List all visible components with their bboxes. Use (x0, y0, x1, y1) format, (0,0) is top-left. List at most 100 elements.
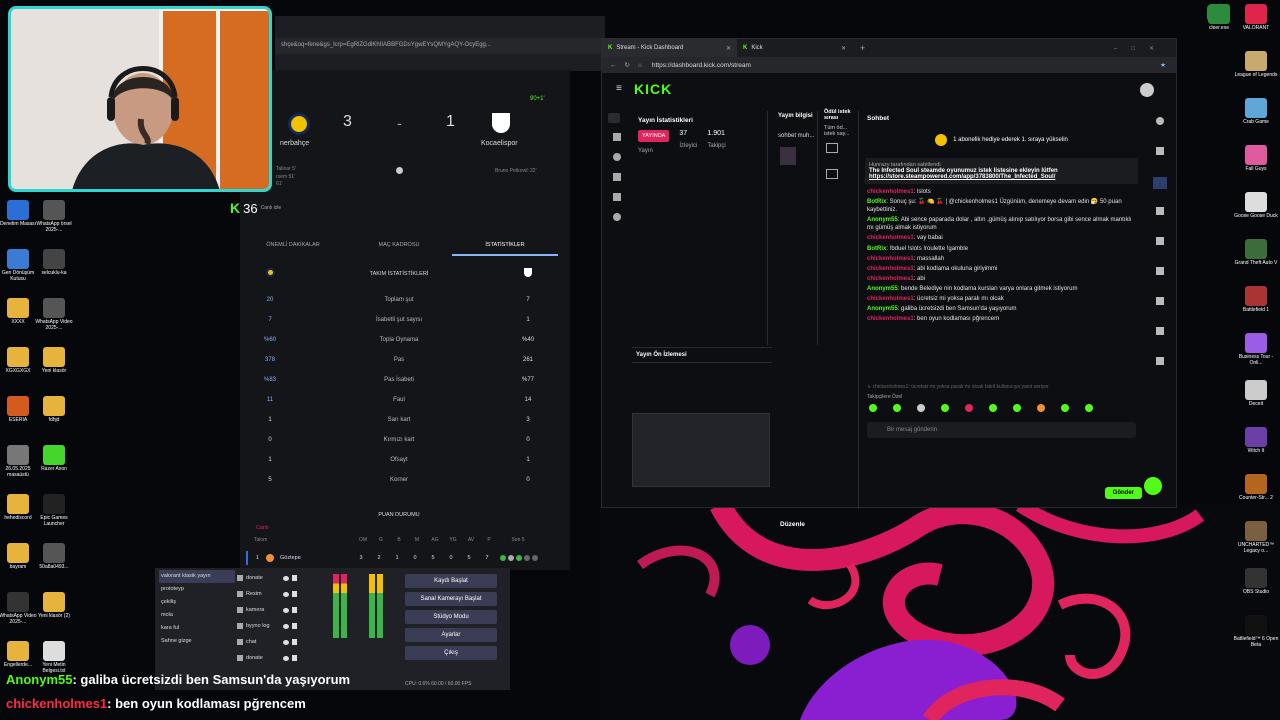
obs-control-button[interactable]: Sanal Kamerayı Başlat (405, 592, 497, 606)
chat-username[interactable]: Anonym55 (867, 217, 898, 223)
obs-scene-item[interactable]: Sahne gizge (159, 635, 235, 648)
rail-icon-mod[interactable] (613, 173, 621, 181)
desktop-shortcut[interactable]: Yeni klasör (2) (33, 592, 75, 620)
desktop-shortcut[interactable]: Witch It (1232, 427, 1280, 455)
tab-stream-dashboard[interactable]: K Stream - Kick Dashboard ✕ (602, 39, 737, 57)
chat-username[interactable]: chickenholmes1 (867, 296, 914, 302)
tool-icon[interactable] (1156, 147, 1164, 155)
lock-icon[interactable] (292, 655, 297, 661)
chat-message[interactable]: chickenholmes1: ücretsiz mi yoksa paralı… (867, 295, 1136, 303)
desktop-shortcut[interactable]: selcuklu-ka (33, 249, 75, 277)
chat-message[interactable]: chickenholmes1: abi kodlama okuluna giri… (867, 265, 1136, 273)
chat-message[interactable]: chickenholmes1: abi (867, 275, 1136, 283)
pinned-message[interactable]: Hunrazy tarafından sabitlendi The Infect… (865, 158, 1138, 184)
lock-icon[interactable] (292, 639, 297, 645)
desktop-shortcut[interactable]: UNCHARTED™ Legacy o... (1232, 521, 1280, 554)
desktop-shortcut[interactable]: fdhjd (33, 396, 75, 424)
desktop-shortcut[interactable]: Epic Games Launcher (33, 494, 75, 527)
window-controls[interactable]: –□✕ (1114, 45, 1168, 52)
obs-scene-item[interactable]: çekiliş (159, 596, 235, 609)
new-tab-icon[interactable]: + (860, 43, 865, 53)
audio-mixer[interactable] (323, 574, 391, 648)
obs-control-button[interactable]: Stüdyo Modu (405, 610, 497, 624)
chat-message[interactable]: Anonym55: Abi sence paparada dolar , alt… (867, 216, 1136, 232)
tool-icon[interactable] (1153, 177, 1167, 189)
tab-key-moments[interactable]: ÖNEMLİ DAKİKALAR (240, 236, 346, 256)
pinned-link[interactable]: https://store.steampowered.com/app/37838… (869, 174, 1134, 180)
chat-message[interactable]: chickenholmes1: ben oyun kodlaması pğren… (867, 315, 1136, 323)
lock-icon[interactable] (292, 623, 297, 629)
chat-username[interactable]: chickenholmes1 (867, 266, 914, 272)
desktop-shortcut[interactable]: Battlefield 1 (1232, 286, 1280, 314)
chat-message[interactable]: chickenholmes1: vay babai (867, 234, 1136, 242)
desktop-shortcut[interactable]: Yeni klasör (33, 347, 75, 375)
close-icon[interactable]: ✕ (841, 45, 846, 52)
chat-username[interactable]: BotRix (867, 246, 886, 252)
chat-username[interactable]: chickenholmes1 (867, 189, 914, 195)
chat-username[interactable]: chickenholmes1 (867, 276, 914, 282)
desktop-shortcut[interactable]: 50a8a0493... (33, 543, 75, 571)
desktop-shortcut[interactable]: Goose Goose Duck (1232, 192, 1280, 220)
tool-icon[interactable] (1156, 207, 1164, 215)
desktop-shortcut[interactable]: Deceit (1232, 380, 1280, 408)
obs-scene-item[interactable]: valorant klasik yayın (159, 570, 235, 583)
desktop-shortcut[interactable]: WhatsApp örsel 2025-... (33, 200, 75, 233)
reload-icon[interactable]: ↻ (625, 61, 630, 69)
visibility-icon[interactable] (283, 607, 289, 613)
close-icon[interactable]: ✕ (726, 45, 731, 52)
tool-icon[interactable] (1156, 297, 1164, 305)
favorite-icon[interactable]: ★ (1160, 61, 1166, 69)
chat-username[interactable]: chickenholmes1 (867, 316, 914, 322)
edit-button[interactable]: Düzenle (780, 521, 805, 528)
desktop-shortcut[interactable]: Razer Axon (33, 445, 75, 473)
watch-live-badge[interactable]: K 36 Canlı izle (230, 200, 281, 216)
football-url-bar[interactable]: shçe&oq=fene&gs_lcrp=EgRlZGdlKhIIABBFGDs… (275, 38, 605, 54)
menu-icon[interactable]: ≡ (616, 83, 622, 94)
rail-icon-tools[interactable] (613, 193, 621, 201)
obs-source-item[interactable]: donate (237, 650, 305, 666)
chat-username[interactable]: chickenholmes1 (867, 256, 914, 262)
chat-message[interactable]: chickenholmes1: lslots (867, 188, 1136, 196)
emote-row[interactable] (859, 400, 1144, 416)
obs-source-item[interactable]: donate (237, 570, 305, 586)
kick-logo[interactable]: KICK (634, 81, 672, 97)
desktop-shortcut[interactable]: WhatsApp Video 2025-... (33, 298, 75, 331)
chat-username[interactable]: chickenholmes1 (867, 235, 914, 241)
desktop-shortcut[interactable]: Counter-Str... 2 (1232, 474, 1280, 502)
chat-message[interactable]: Anonym55: bende Belediye nin kodlama kur… (867, 285, 1136, 293)
tool-icon[interactable] (1156, 117, 1164, 125)
desktop-shortcut[interactable]: League of Legends (1232, 51, 1280, 79)
obs-source-item[interactable]: byyno log (237, 618, 305, 634)
visibility-icon[interactable] (283, 623, 289, 629)
lock-icon[interactable] (292, 591, 297, 597)
desktop-shortcut[interactable]: VALORANT (1232, 4, 1280, 32)
avatar[interactable] (1140, 83, 1154, 97)
tray-widget[interactable] (1207, 6, 1229, 20)
desktop-shortcut[interactable]: Business Tour - Onli... (1232, 333, 1280, 366)
tool-icon[interactable] (1156, 357, 1164, 365)
tool-icon[interactable] (1156, 267, 1164, 275)
tab-statistics[interactable]: İSTATİSTİKLER (452, 236, 558, 256)
obs-source-item[interactable]: Resim (237, 586, 305, 602)
lock-icon[interactable] (292, 575, 297, 581)
obs-control-button[interactable]: Çıkış (405, 646, 497, 660)
award-icon[interactable] (826, 143, 838, 153)
tab-lineup[interactable]: MAÇ KADROSU (346, 236, 452, 256)
obs-control-button[interactable]: Kaydı Başlat (405, 574, 497, 588)
gift-banner[interactable]: 1 abonelik hediye ederek 1. sıraya yükse… (859, 130, 1144, 150)
desktop-shortcut[interactable]: Fall Guys (1232, 145, 1280, 173)
settings-icon[interactable] (613, 213, 621, 221)
chat-message[interactable]: chickenholmes1: massallah (867, 255, 1136, 263)
visibility-icon[interactable] (283, 655, 289, 661)
back-icon[interactable]: ← (610, 62, 617, 69)
desktop-shortcut[interactable]: Battlefield™ 6 Open Beta (1232, 615, 1280, 648)
obs-scene-item[interactable]: mola (159, 609, 235, 622)
tab-kick[interactable]: K Kick ✕ (737, 39, 852, 57)
rail-icon-chat[interactable] (613, 133, 621, 141)
chat-username[interactable]: Anonym55 (867, 306, 898, 312)
chat-username[interactable]: BotRix (867, 199, 886, 205)
lock-icon[interactable] (292, 607, 297, 613)
send-button[interactable]: Gönder (1104, 487, 1142, 499)
chat-username[interactable]: Anonym55 (867, 286, 898, 292)
obs-control-button[interactable]: Ayarlar (405, 628, 497, 642)
